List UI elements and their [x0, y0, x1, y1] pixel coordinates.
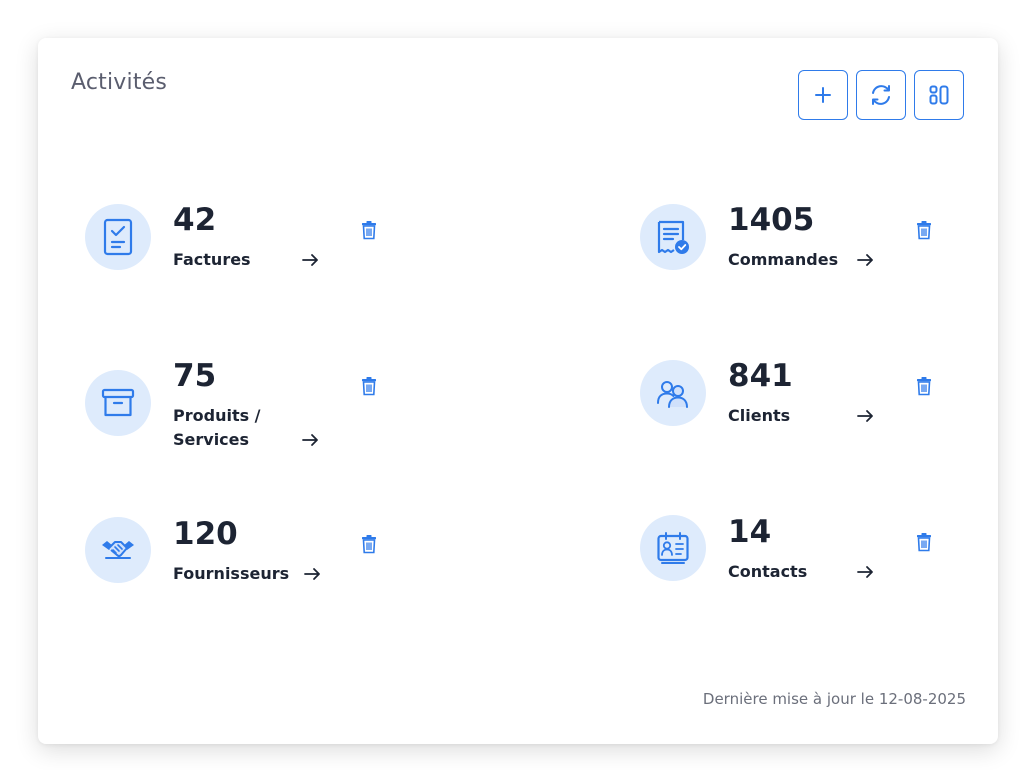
- trash-icon[interactable]: [916, 532, 932, 552]
- card-toolbar: [798, 70, 964, 120]
- item-label: Commandes: [728, 250, 839, 269]
- arrow-right-icon[interactable]: [301, 432, 321, 448]
- trash-icon[interactable]: [361, 534, 377, 554]
- activity-item-commandes: 1405 Commandes: [640, 202, 940, 316]
- activity-item-contacts: 14 Contacts: [640, 514, 940, 628]
- activity-item-fournisseurs: 120 Fournisseurs: [85, 516, 385, 630]
- contact-card-icon: [657, 532, 689, 564]
- contact-card-icon-circle: [640, 515, 706, 581]
- item-count: 841: [728, 358, 793, 394]
- trash-icon[interactable]: [916, 220, 932, 240]
- item-count: 120: [173, 516, 238, 552]
- box-icon: [101, 388, 135, 417]
- users-icon: [657, 381, 688, 408]
- arrow-right-icon[interactable]: [301, 252, 321, 268]
- activity-item-produits-services: 75 Produits / Services: [85, 358, 385, 472]
- arrow-right-icon[interactable]: [303, 566, 323, 582]
- trash-icon[interactable]: [361, 220, 377, 240]
- item-count: 75: [173, 358, 217, 394]
- layout-button[interactable]: [914, 70, 964, 120]
- item-label: Clients: [728, 406, 791, 425]
- activity-item-factures: 42 Factures: [85, 202, 385, 316]
- item-count: 42: [173, 202, 217, 238]
- page: Activités 42 Factures 1405 Commandes 75 …: [0, 0, 1024, 770]
- card-title: Activités: [71, 70, 168, 95]
- invoice-icon: [103, 218, 133, 256]
- arrow-right-icon[interactable]: [856, 408, 876, 424]
- item-label-line2: Services: [173, 430, 250, 449]
- order-icon: [657, 220, 689, 254]
- add-button[interactable]: [798, 70, 848, 120]
- refresh-button[interactable]: [856, 70, 906, 120]
- refresh-icon: [872, 85, 890, 105]
- box-icon-circle: [85, 370, 151, 436]
- handshake-icon: [102, 541, 134, 559]
- item-label: Contacts: [728, 562, 808, 581]
- plus-icon: [815, 87, 831, 103]
- handshake-icon-circle: [85, 517, 151, 583]
- last-update-text: Dernière mise à jour le 12-08-2025: [702, 690, 966, 708]
- order-icon-circle: [640, 204, 706, 270]
- activity-item-clients: 841 Clients: [640, 358, 940, 472]
- item-label-line1: Produits /: [173, 406, 261, 425]
- invoice-icon-circle: [85, 204, 151, 270]
- activities-card: Activités 42 Factures 1405 Commandes 75 …: [38, 38, 998, 744]
- arrow-right-icon[interactable]: [856, 564, 876, 580]
- item-label: Fournisseurs: [173, 564, 290, 583]
- item-count: 14: [728, 514, 772, 550]
- trash-icon[interactable]: [361, 376, 377, 396]
- arrow-right-icon[interactable]: [856, 252, 876, 268]
- item-label: Factures: [173, 250, 251, 269]
- layout-icon: [929, 85, 949, 105]
- trash-icon[interactable]: [916, 376, 932, 396]
- item-count: 1405: [728, 202, 815, 238]
- users-icon-circle: [640, 360, 706, 426]
